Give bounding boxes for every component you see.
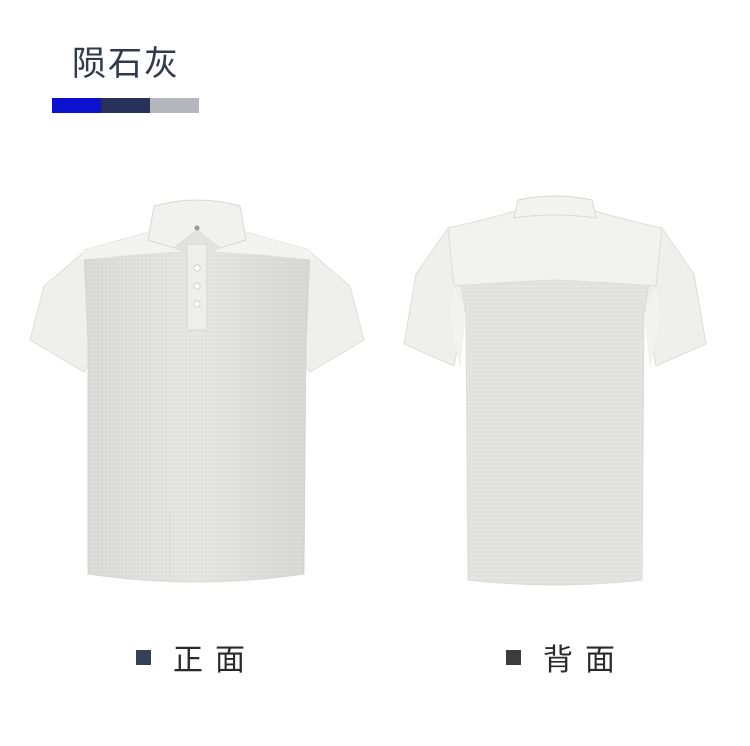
swatch-meteorite-grey [150,98,199,113]
color-name-title: 陨石灰 [72,44,180,84]
swatch-blue [52,98,101,113]
back-view-caption: 背面 [506,634,627,680]
front-view-bullet [136,649,151,665]
back-view-bullet [506,649,521,665]
polo-shirt-back-image [403,195,707,586]
swatch-navy [101,98,150,113]
front-view-label: 正面 [173,643,257,678]
polo-shirt-front-image [29,199,365,583]
color-swatch-bar [52,98,199,113]
back-view-label: 背面 [543,643,627,678]
front-view-caption: 正面 [136,634,257,680]
